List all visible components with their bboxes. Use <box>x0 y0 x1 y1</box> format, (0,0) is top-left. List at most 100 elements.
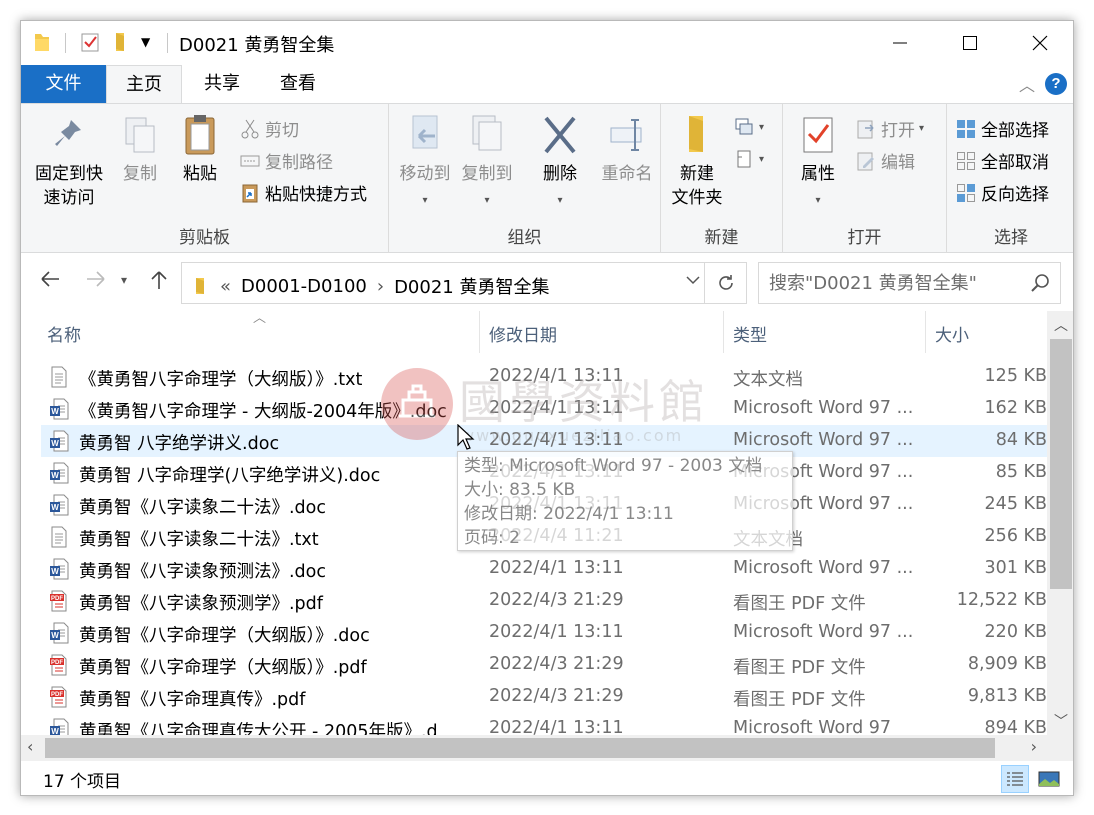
column-name[interactable]: 名称 <box>47 321 81 346</box>
cut-button[interactable]: 剪切 <box>239 116 299 141</box>
file-row[interactable]: W 黄勇智《八字读象预测法》.doc 2022/4/1 13:11 Microsoft… <box>41 553 1047 585</box>
column-divider[interactable] <box>723 311 724 353</box>
edit-button[interactable]: 编辑 <box>855 148 915 173</box>
select-all-button[interactable]: 全部选择 <box>955 116 1049 141</box>
copy-to-button[interactable]: 复制到 ▾ <box>457 112 517 213</box>
new-folder-button[interactable]: 新建 文件夹 <box>667 112 727 210</box>
collapse-ribbon-icon[interactable]: ︿ <box>1019 72 1035 96</box>
file-row[interactable]: PDF 黄勇智《八字命理真传》.pdf 2022/4/3 21:29 看图王 PDF … <box>41 681 1047 713</box>
breadcrumb-separator[interactable]: › <box>377 276 384 297</box>
scroll-down-icon[interactable]: ﹀ <box>1047 711 1073 731</box>
invert-selection-button[interactable]: 反向选择 <box>955 180 1049 205</box>
column-type[interactable]: 类型 <box>733 321 767 346</box>
address-overflow[interactable]: « <box>220 276 231 297</box>
file-type: Microsoft Word 97 <box>733 718 892 735</box>
copy-path-button[interactable]: 复制路径 <box>239 148 333 173</box>
txt-file-icon <box>49 526 69 553</box>
search-input[interactable] <box>759 263 1019 303</box>
file-name[interactable]: 黄勇智 八字绝学讲义.doc <box>79 430 279 455</box>
breadcrumb-current[interactable]: D0021 黄勇智全集 <box>394 273 549 299</box>
move-to-button[interactable]: 移动到 ▾ <box>395 112 455 213</box>
paste-button[interactable]: 粘贴 <box>175 112 225 186</box>
tab-view[interactable]: 查看 <box>260 65 336 103</box>
svg-text:PDF: PDF <box>51 692 63 698</box>
file-row[interactable]: W 《黄勇智八字命理学 - 大纲版-2004年版》.doc 2022/4/1 13:… <box>41 393 1047 425</box>
delete-button[interactable]: 删除 ▾ <box>535 112 585 213</box>
column-size[interactable]: 大小 <box>935 321 969 346</box>
file-name[interactable]: 黄勇智《八字读象预测法》.doc <box>79 558 326 583</box>
file-date: 2022/4/3 21:29 <box>489 686 624 706</box>
customize-quick-access-icon[interactable]: ▼ <box>141 35 150 49</box>
file-name[interactable]: 黄勇智《八字命理学（大纲版）》.doc <box>79 622 370 647</box>
tab-share[interactable]: 共享 <box>184 65 260 103</box>
file-row[interactable]: PDF 黄勇智《八字命理学（大纲版）》.pdf 2022/4/3 21:29 看图王 … <box>41 649 1047 681</box>
recent-locations-icon[interactable]: ▾ <box>121 273 127 287</box>
vertical-scrollbar[interactable]: ︿ ﹀ <box>1047 311 1073 735</box>
folder-icon[interactable] <box>31 31 53 58</box>
forward-button[interactable] <box>85 269 107 294</box>
breadcrumb-parent[interactable]: D0001-D0100 <box>241 276 367 297</box>
back-button[interactable] <box>39 269 61 294</box>
file-name[interactable]: 黄勇智《八字读象二十法》.doc <box>79 494 326 519</box>
large-icons-view-button[interactable] <box>1035 765 1063 793</box>
column-divider[interactable] <box>925 311 926 353</box>
search-box[interactable] <box>758 262 1061 304</box>
scroll-up-icon[interactable]: ︿ <box>1047 315 1073 335</box>
address-history-chevron-icon[interactable] <box>686 273 700 289</box>
new-folder-label-line2: 文件夹 <box>671 188 723 208</box>
file-name[interactable]: 《黄勇智八字命理学 - 大纲版-2004年版》.doc <box>79 398 447 423</box>
help-icon[interactable]: ? <box>1045 73 1067 95</box>
large-icons-view-icon <box>1038 771 1060 787</box>
tab-file[interactable]: 文件 <box>21 65 106 103</box>
address-bar[interactable]: « D0001-D0100 › D0021 黄勇智全集 <box>181 262 747 304</box>
up-button[interactable] <box>149 269 169 296</box>
column-headers: ︿ 名称 修改日期 类型 大小 <box>21 311 1047 353</box>
file-name[interactable]: 《黄勇智八字命理学（大纲版）》.txt <box>79 366 362 391</box>
file-name[interactable]: 黄勇智《八字读象二十法》.txt <box>79 526 319 551</box>
file-date: 2022/4/1 13:11 <box>489 398 624 418</box>
scroll-right-icon[interactable]: › <box>1031 737 1037 756</box>
file-row[interactable]: 《黄勇智八字命理学（大纲版）》.txt 2022/4/1 13:11 文本文档 125… <box>41 361 1047 393</box>
select-none-button[interactable]: 全部取消 <box>955 148 1049 173</box>
file-name[interactable]: 黄勇智 八字命理学(八字绝学讲义).doc <box>79 462 380 487</box>
properties-quick-icon[interactable] <box>79 31 101 58</box>
new-item-button[interactable]: ▾ <box>733 116 764 138</box>
column-divider[interactable] <box>479 311 480 353</box>
new-folder-quick-icon[interactable] <box>111 31 133 58</box>
paste-shortcut-button[interactable]: 粘贴快捷方式 <box>239 180 367 205</box>
file-size: 162 KB <box>984 398 1047 418</box>
close-button[interactable] <box>1005 21 1073 65</box>
horizontal-scrollbar[interactable]: ‹ › <box>21 735 1047 761</box>
minimize-button[interactable] <box>865 21 935 65</box>
file-name[interactable]: 黄勇智《八字命理学（大纲版）》.pdf <box>79 654 367 679</box>
search-icon[interactable] <box>1030 273 1050 298</box>
scroll-left-icon[interactable]: ‹ <box>27 737 33 756</box>
title-separator <box>65 33 66 53</box>
maximize-button[interactable] <box>935 21 1005 65</box>
pdf-file-icon: PDF <box>49 654 69 681</box>
file-row[interactable]: PDF 黄勇智《八字读象预测学》.pdf 2022/4/3 21:29 看图王 PDF… <box>41 585 1047 617</box>
vertical-scroll-thumb[interactable] <box>1050 339 1072 589</box>
refresh-button[interactable] <box>704 263 746 303</box>
tab-home[interactable]: 主页 <box>106 65 182 104</box>
properties-button[interactable]: 属性 ▾ <box>793 112 843 213</box>
horizontal-scroll-thumb[interactable] <box>45 738 995 758</box>
open-button[interactable]: 打开 ▾ <box>855 116 924 141</box>
rename-label: 重命名 <box>601 164 653 184</box>
select-none-icon <box>957 151 975 170</box>
file-name[interactable]: 黄勇智《八字命理真传》.pdf <box>79 686 305 711</box>
file-type: Microsoft Word 97 ... <box>733 622 914 642</box>
file-name[interactable]: 黄勇智《八字读象预测学》.pdf <box>79 590 323 615</box>
file-name[interactable]: 黄勇智《八字命理真传大公开 - 2005年版》.d <box>79 718 438 735</box>
organize-group: 移动到 ▾ 复制到 ▾ 删除 ▾ 重命名 组织 <box>389 104 661 254</box>
delete-label: 删除 <box>543 164 577 184</box>
details-view-button[interactable] <box>1001 765 1029 793</box>
rename-button[interactable]: 重命名 <box>597 112 657 186</box>
pin-to-quick-access-button[interactable]: 固定到快 速访问 <box>31 112 107 210</box>
navigation-bar: ▾ « D0001-D0100 › D0021 黄勇智全集 <box>21 253 1073 311</box>
file-row[interactable]: W 黄勇智《八字命理学（大纲版）》.doc 2022/4/1 13:11 Micros… <box>41 617 1047 649</box>
easy-access-button[interactable]: ▾ <box>733 148 764 170</box>
file-row[interactable]: W 黄勇智《八字命理真传大公开 - 2005年版》.d 2022/4/1 13:11… <box>41 713 1047 735</box>
column-date[interactable]: 修改日期 <box>489 321 557 346</box>
copy-button[interactable]: 复制 <box>115 112 165 186</box>
